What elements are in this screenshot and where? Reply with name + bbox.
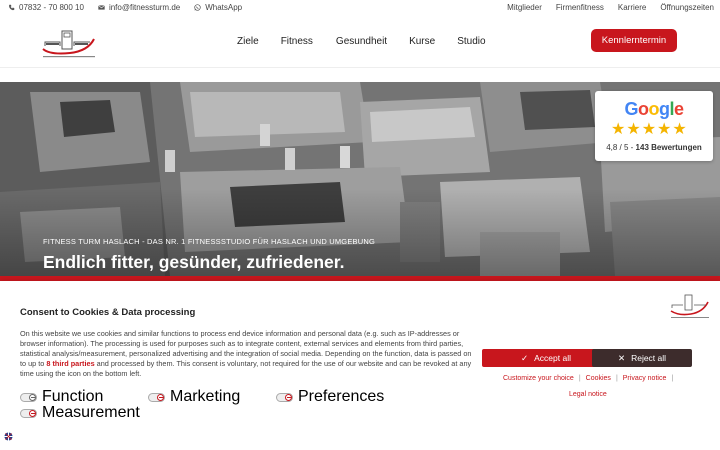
link-mitglieder[interactable]: Mitglieder	[507, 3, 542, 12]
hero-headline: Endlich fitter, gesünder, zufriedener.	[43, 252, 345, 272]
primary-menu: Ziele Fitness Gesundheit Kurse Studio	[237, 36, 486, 47]
hero-subtitle: FITNESS TURM HASLACH - DAS NR. 1 FITNESS…	[43, 237, 376, 246]
measurement-switch[interactable]	[20, 408, 37, 418]
toggle-preferences[interactable]: Preferences	[276, 388, 384, 406]
star-icon: ★	[657, 121, 672, 138]
legal-notice-link[interactable]: Legal notice	[569, 391, 607, 398]
site-logo[interactable]	[40, 27, 98, 61]
kennlerntermin-button[interactable]: Kennlerntermin	[591, 29, 677, 52]
toggle-marketing[interactable]: Marketing	[148, 388, 240, 406]
phone-icon	[9, 4, 15, 11]
separator: |	[578, 375, 581, 382]
third-parties-link[interactable]: 8 third parties	[46, 359, 94, 368]
privacy-link[interactable]: Privacy notice	[623, 375, 667, 382]
consent-body: On this website we use cookies and simil…	[20, 329, 476, 379]
contact-links: 07832 - 70 800 10 info@fitnessturm.de Wh…	[8, 3, 242, 12]
whatsapp-icon	[194, 4, 201, 11]
link-firmenfitness[interactable]: Firmenfitness	[556, 3, 604, 12]
utility-links: Mitglieder Firmenfitness Karriere Öffnun…	[507, 3, 714, 12]
cookie-consent-banner: Consent to Cookies & Data processing On …	[0, 281, 720, 450]
check-icon: ✓	[521, 352, 529, 363]
cookies-link[interactable]: Cookies	[586, 375, 611, 382]
star-icon: ★	[611, 121, 626, 138]
accept-all-button[interactable]: ✓ Accept all	[482, 349, 610, 367]
customize-link[interactable]: Customize your choice	[503, 375, 574, 382]
top-bar: 07832 - 70 800 10 info@fitnessturm.de Wh…	[0, 0, 720, 15]
rating-reviews: 143 Bewertungen	[635, 143, 702, 152]
marketing-switch[interactable]	[148, 392, 165, 402]
rating-stars: ★ ★ ★ ★ ★	[611, 122, 687, 138]
rating-score: 4,8 / 5 -	[606, 143, 636, 152]
close-icon: ✕	[617, 352, 626, 363]
google-rating-card[interactable]: Google ★ ★ ★ ★ ★ 4,8 / 5 - 143 Bewertung…	[595, 91, 713, 161]
email-text: info@fitnessturm.de	[108, 3, 181, 12]
nav-fitness[interactable]: Fitness	[281, 36, 313, 47]
consent-logo	[670, 294, 709, 318]
whatsapp-link[interactable]: WhatsApp	[194, 3, 242, 12]
mail-icon	[98, 5, 105, 10]
google-logo: Google	[624, 99, 684, 119]
separator: |	[671, 375, 674, 382]
reject-all-label: Reject all	[631, 353, 667, 363]
link-oeffnungszeiten[interactable]: Öffnungszeiten	[660, 3, 714, 12]
phone-link[interactable]: 07832 - 70 800 10	[8, 3, 84, 12]
main-nav: Ziele Fitness Gesundheit Kurse Studio Ke…	[0, 15, 720, 68]
consent-links: Customize your choice | Cookies | Privacy no…	[503, 375, 678, 382]
rating-text: 4,8 / 5 - 143 Bewertungen	[595, 143, 713, 152]
separator: |	[615, 375, 618, 382]
star-icon: ★	[626, 121, 641, 138]
link-karriere[interactable]: Karriere	[618, 3, 646, 12]
whatsapp-text: WhatsApp	[205, 3, 243, 12]
toggle-measurement-label: Measurement	[42, 404, 140, 421]
star-icon: ★	[641, 121, 657, 138]
accept-all-label: Accept all	[534, 353, 571, 363]
nav-studio[interactable]: Studio	[457, 36, 485, 47]
toggle-preferences-label: Preferences	[298, 388, 385, 405]
phone-text: 07832 - 70 800 10	[19, 3, 84, 12]
consent-settings-icon[interactable]	[4, 432, 13, 441]
star-icon: ★	[672, 121, 687, 138]
function-switch[interactable]	[20, 392, 37, 402]
nav-ziele[interactable]: Ziele	[237, 36, 259, 47]
email-link[interactable]: info@fitnessturm.de	[98, 3, 180, 12]
preferences-switch[interactable]	[276, 392, 293, 402]
toggle-marketing-label: Marketing	[170, 388, 241, 405]
toggle-measurement[interactable]: Measurement	[20, 404, 140, 422]
consent-title: Consent to Cookies & Data processing	[20, 307, 196, 318]
nav-gesundheit[interactable]: Gesundheit	[336, 36, 387, 47]
reject-all-button[interactable]: ✕ Reject all	[592, 349, 692, 367]
nav-kurse[interactable]: Kurse	[409, 36, 435, 47]
